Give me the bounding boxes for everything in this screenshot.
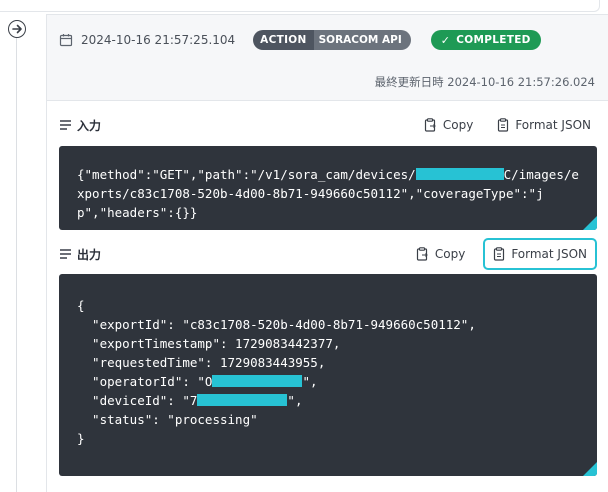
lines-icon	[60, 120, 71, 130]
last-updated-text: 最終更新日時 2024-10-16 21:57:26.024	[374, 75, 595, 89]
output-actions: Copy Format JSON	[410, 238, 597, 270]
output-code-block[interactable]: { "exportId": "c83c1708-520b-4d00-8b71-9…	[59, 274, 597, 476]
output-code-close: }	[77, 431, 85, 446]
output-format-json-button[interactable]: Format JSON	[483, 238, 597, 270]
resize-handle[interactable]	[583, 216, 597, 230]
input-title-label: 入力	[77, 118, 102, 133]
log-entry-card: 2024-10-16 21:57:25.104 ACTION SORACOM A…	[46, 14, 608, 492]
action-badge: ACTION SORACOM API	[253, 30, 411, 50]
previous-entry-edge	[0, 0, 600, 12]
input-actions: Copy Format JSON	[418, 109, 597, 141]
input-code-block[interactable]: {"method":"GET","path":"/v1/sora_cam/dev…	[59, 146, 597, 230]
input-format-json-button[interactable]: Format JSON	[491, 109, 597, 141]
input-section-header: 入力 Copy Format JSON	[59, 113, 597, 137]
input-code-line-2: xports/c83c1708-520b-4d00-8b71-949660c50…	[77, 186, 544, 201]
output-format-json-label: Format JSON	[511, 247, 587, 261]
operator-id-end: ",	[302, 374, 318, 389]
output-copy-button[interactable]: Copy	[410, 238, 471, 270]
input-code-line-1-end: C/images/e	[503, 167, 579, 182]
redacted-device-id	[415, 168, 504, 180]
output-code-requested-time: "requestedTime": 1729083443955,	[77, 355, 326, 370]
device-id-end: ",	[287, 393, 303, 408]
lines-icon	[60, 249, 71, 259]
output-section-header: 出力 Copy Format JSON	[59, 238, 597, 270]
output-code-open: {	[77, 298, 85, 313]
output-title-label: 出力	[77, 247, 102, 262]
entry-header: 2024-10-16 21:57:25.104 ACTION SORACOM A…	[47, 15, 608, 101]
output-section-title: 出力	[59, 246, 101, 263]
input-section-title: 入力	[59, 117, 101, 134]
input-code-line-1-start: {"method":"GET","path":"/v1/sora_cam/dev…	[77, 167, 416, 182]
operator-id-start: "operatorId": "O	[77, 374, 213, 389]
output-code-device-id: "deviceId": "7 ",	[77, 391, 597, 410]
action-badge-type: ACTION	[253, 30, 314, 50]
status-badge: ✓ COMPLETED	[430, 30, 541, 50]
input-copy-button[interactable]: Copy	[418, 109, 479, 141]
calendar-icon	[59, 34, 73, 47]
check-icon: ✓	[440, 33, 451, 47]
input-code-line-1: {"method":"GET","path":"/v1/sora_cam/dev…	[77, 165, 597, 184]
entry-timestamp: 2024-10-16 21:57:25.104	[81, 33, 236, 47]
redacted-operator-id	[212, 375, 303, 387]
resize-handle[interactable]	[583, 462, 597, 476]
clipboard-copy-icon	[416, 247, 428, 261]
output-code-operator-id: "operatorId": "O ",	[77, 372, 597, 391]
output-code-export-timestamp: "exportTimestamp": 1729083442377,	[77, 336, 341, 351]
input-code-line-3: p","headers":{}}	[77, 205, 198, 220]
output-code-status: "status": "processing"	[77, 412, 258, 427]
timeline-rail	[16, 36, 17, 492]
entry-meta-row: 2024-10-16 21:57:25.104 ACTION SORACOM A…	[59, 29, 541, 51]
status-badge-label: COMPLETED	[456, 34, 531, 46]
device-id-start: "deviceId": "7	[77, 393, 198, 408]
output-copy-label: Copy	[434, 247, 466, 261]
output-code-export-id: "exportId": "c83c1708-520b-4d00-8b71-949…	[77, 317, 476, 332]
input-copy-label: Copy	[442, 118, 474, 132]
redacted-device-id	[197, 394, 288, 406]
clipboard-format-icon	[498, 118, 509, 132]
input-format-json-label: Format JSON	[515, 118, 591, 132]
action-badge-source: SORACOM API	[313, 30, 411, 50]
arrow-circle-right-icon[interactable]	[8, 20, 26, 38]
clipboard-format-icon	[494, 247, 505, 261]
clipboard-copy-icon	[424, 118, 436, 132]
